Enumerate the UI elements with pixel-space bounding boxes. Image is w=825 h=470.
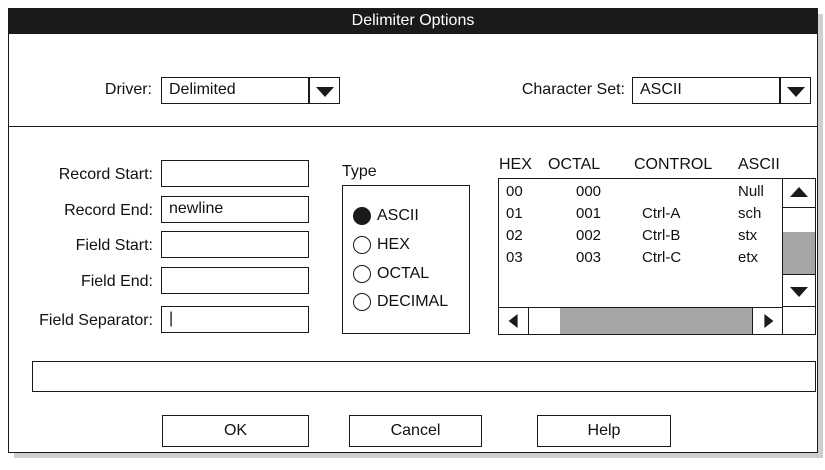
title-bar: Delimiter Options [8,8,818,34]
chevron-down-icon [786,86,805,97]
cell-hex: 03 [506,249,523,266]
type-option-label: ASCII [377,207,419,224]
cell-octal: 001 [576,205,602,222]
field-start-label: Field Start: [75,237,153,254]
charset-label: Character Set: [521,81,625,98]
charset-select-value[interactable]: ASCII [632,77,780,104]
cancel-button[interactable]: Cancel [349,415,482,447]
scroll-up-button[interactable] [782,178,816,208]
table-row[interactable]: 01 001 Ctrl-A sch [499,203,782,225]
cell-ascii: Null [738,183,764,200]
scroll-right-button[interactable] [752,307,783,335]
arrow-up-icon [790,187,808,197]
cell-ascii: etx [738,249,759,266]
field-end-input[interactable] [161,267,309,294]
driver-select-value[interactable]: Delimited [161,77,309,104]
type-radio-hex[interactable]: HEX [353,233,468,257]
field-separator-input[interactable]: | [161,306,309,333]
record-start-input[interactable] [161,160,309,187]
cell-control: Ctrl-B [642,227,681,244]
cell-octal: 002 [576,227,602,244]
cell-ascii: sch [738,205,762,222]
type-radio-decimal[interactable]: DECIMAL [353,290,468,314]
driver-label: Driver: [104,81,152,98]
cell-hex: 01 [506,205,523,222]
charset-dropdown-button[interactable] [780,77,811,104]
dialog-shadow-bottom [14,453,823,458]
table-row[interactable]: 03 003 Ctrl-C etx [499,247,782,269]
horizontal-scroll-thumb[interactable] [560,308,753,334]
arrow-right-icon [763,314,773,328]
type-option-label: OCTAL [377,265,430,282]
col-header-hex: HEX [499,156,532,173]
dialog-shadow-right [818,14,823,458]
type-option-label: HEX [377,236,410,253]
arrow-down-icon [790,286,808,297]
record-start-label: Record Start: [58,166,153,183]
ok-button[interactable]: OK [162,415,309,447]
vertical-scroll-thumb[interactable] [783,232,815,274]
driver-dropdown-button[interactable] [309,77,340,104]
field-start-input[interactable] [161,231,309,258]
cell-control: Ctrl-A [642,205,681,222]
scroll-left-button[interactable] [498,307,529,335]
type-option-label: DECIMAL [377,293,449,310]
field-end-label: Field End: [80,273,153,290]
cell-hex: 00 [506,183,523,200]
record-end-input[interactable]: newline [161,196,309,223]
radio-unselected-icon [353,293,371,311]
scroll-down-button[interactable] [782,274,816,307]
type-group-label: Type [342,163,377,180]
type-radio-ascii[interactable]: ASCII [353,204,468,228]
chevron-down-icon [315,86,334,97]
radio-selected-icon [353,207,371,225]
cell-control: Ctrl-C [642,249,682,266]
col-header-control: CONTROL [634,156,713,173]
field-separator-label: Field Separator: [39,312,153,329]
cell-ascii: stx [738,227,758,244]
section-divider [8,126,818,127]
radio-unselected-icon [353,236,371,254]
status-message-field [32,361,816,392]
table-row[interactable]: 00 000 Null [499,181,782,203]
record-end-label: Record End: [64,202,153,219]
table-row[interactable]: 02 002 Ctrl-B stx [499,225,782,247]
help-button[interactable]: Help [537,415,671,447]
type-radio-octal[interactable]: OCTAL [353,262,468,286]
col-header-octal: OCTAL [548,156,601,173]
cell-hex: 02 [506,227,523,244]
arrow-left-icon [508,314,518,328]
col-header-ascii: ASCII [738,156,780,173]
cell-octal: 003 [576,249,602,266]
radio-unselected-icon [353,265,371,283]
cell-octal: 000 [576,183,602,200]
